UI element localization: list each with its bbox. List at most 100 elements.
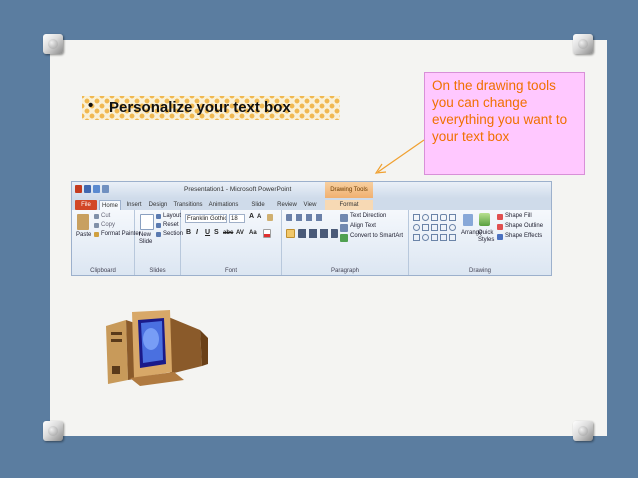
shape-icon[interactable] [413,214,420,221]
grow-font-button[interactable]: A [249,213,254,220]
align-text-button[interactable]: Align Text [350,223,376,229]
underline-button[interactable]: U [205,229,210,236]
cut-button[interactable]: Cut [101,213,110,219]
text-direction-icon [340,214,348,222]
font-group: Franklin Gothic B 18 A A B I U S abc AV … [181,210,282,275]
drawing-tools-label: Drawing Tools [325,182,373,198]
cut-icon [94,214,99,219]
pin-icon [43,34,63,54]
tab-format[interactable]: Format [325,200,373,210]
shape-icon[interactable] [422,234,429,241]
shrink-font-button[interactable]: A [257,214,261,220]
copy-button[interactable]: Copy [101,222,115,228]
bullet-point: • Personalize your text box [82,96,340,120]
callout-text: On the drawing tools you can change ever… [432,78,568,144]
app-icon[interactable] [75,185,82,193]
shape-icon[interactable] [422,224,429,231]
italic-button[interactable]: I [196,229,198,236]
save-icon[interactable] [84,185,91,193]
reset-icon [156,223,161,228]
alignment-buttons-icon[interactable] [298,229,338,238]
font-color-icon[interactable] [263,229,271,238]
shape-effects-button[interactable]: Shape Effects [505,233,542,239]
new-slide-button[interactable]: New Slide [139,232,153,246]
tab-slide-show[interactable]: Slide Show [243,200,273,218]
shape-fill-icon [497,214,503,220]
shape-icon[interactable] [440,234,447,241]
bold-button[interactable]: B [186,229,191,236]
pin-icon [43,421,63,441]
shape-effects-icon [497,234,503,240]
tab-view[interactable]: View [301,200,319,210]
new-slide-icon[interactable] [140,214,154,230]
shape-icon[interactable] [449,224,456,231]
shape-fill-button[interactable]: Shape Fill [505,213,532,219]
shape-icon[interactable] [431,214,438,221]
shape-icon[interactable] [440,214,447,221]
title-bar: Presentation1 - Microsoft PowerPoint Dra… [72,182,551,198]
slide-page: • Personalize your text box On the drawi… [0,0,638,478]
layout-button[interactable]: Layout [163,213,181,219]
reset-button[interactable]: Reset [163,222,179,228]
paste-button[interactable]: Paste [76,232,91,238]
shape-icon[interactable] [422,214,429,221]
tab-design[interactable]: Design [147,200,169,210]
bullet-marker: • [88,97,94,114]
strikethrough-button[interactable]: abc [223,230,233,236]
layout-icon [156,214,161,219]
tab-animations[interactable]: Animations [207,200,240,210]
ribbon-tabs: File Home Insert Design Transitions Anim… [72,198,551,218]
text-direction-button[interactable]: Text Direction [350,213,386,219]
quick-styles-icon[interactable] [479,213,490,226]
font-label: Font [224,268,237,274]
shape-outline-button[interactable]: Shape Outline [505,223,543,229]
bullet-text: Personalize your text box [109,99,291,116]
window-title: Presentation1 - Microsoft PowerPoint [184,186,292,193]
shape-icon[interactable] [413,224,420,231]
slides-group: New Slide Layout Reset Section Slides [135,210,183,275]
align-left-icon[interactable] [286,229,295,238]
callout-box: On the drawing tools you can change ever… [424,72,585,175]
drawing-label: Drawing [468,268,491,274]
redo-icon[interactable] [102,185,109,193]
tab-home[interactable]: Home [99,200,121,210]
shape-outline-icon [497,224,503,230]
shape-icon[interactable] [449,214,456,221]
change-case-button[interactable]: Aa [249,230,257,236]
shape-icon[interactable] [449,234,456,241]
font-size-select[interactable]: 18 [229,214,245,223]
quick-access-toolbar[interactable] [75,185,123,195]
shape-icon[interactable] [431,224,438,231]
format-painter-icon [94,232,99,237]
arrange-icon[interactable] [463,214,473,226]
shape-icon[interactable] [431,234,438,241]
clipboard-label: Clipboard [90,268,116,274]
quick-styles-button[interactable]: Quick Styles [478,230,494,244]
pin-icon [573,421,593,441]
align-text-icon [340,224,348,232]
tab-transitions[interactable]: Transitions [172,200,204,210]
paragraph-label: Paragraph [330,268,360,274]
shape-icon[interactable] [440,224,447,231]
shape-icon[interactable] [413,234,420,241]
tab-review[interactable]: Review [276,200,298,210]
slides-label: Slides [149,268,166,274]
copy-icon [94,223,99,228]
paste-icon[interactable] [77,214,89,230]
section-icon [156,232,161,237]
ribbon-body: Paste Cut Copy Format Painter Clipboard … [72,210,551,275]
undo-icon[interactable] [93,185,100,193]
font-name-select[interactable]: Franklin Gothic B [185,214,227,223]
drawing-group: Arrange Quick Styles Shape Fill Shape Ou… [409,210,551,275]
section-button[interactable]: Section [163,231,183,237]
shadow-button[interactable]: S [214,229,219,236]
char-spacing-button[interactable]: AV [236,230,244,236]
clipboard-group: Paste Cut Copy Format Painter Clipboard [72,210,141,275]
list-buttons-icon[interactable] [286,214,326,221]
clear-formatting-icon[interactable] [267,214,273,221]
pin-icon [573,34,593,54]
tab-insert[interactable]: Insert [124,200,144,210]
tab-file[interactable]: File [75,200,97,210]
convert-smartart-button[interactable]: Convert to SmartArt [350,233,403,239]
smartart-icon [340,234,348,242]
